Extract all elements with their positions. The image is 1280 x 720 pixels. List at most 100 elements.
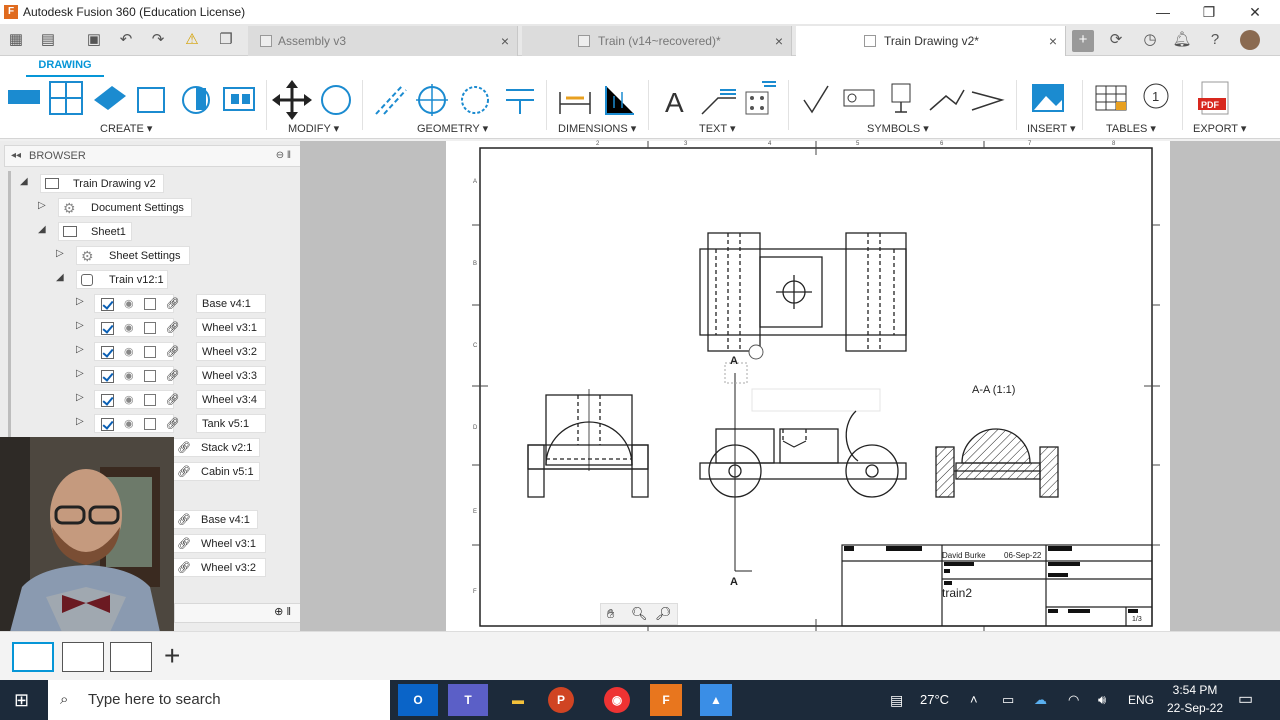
redo-icon[interactable]: ↷ [148,30,168,50]
powerpoint-app-icon[interactable]: P [548,687,574,713]
section-marker-bottom[interactable]: A [730,576,738,588]
drawing-canvas[interactable]: A-A (1:1) A A David Burke 06-Sep-22 trai… [300,141,1280,631]
tree-node-component[interactable]: Wheel v3:3 [196,366,266,385]
expand-triangle-icon[interactable]: ▷ [38,200,46,211]
sheet-thumbnail-2[interactable] [62,642,104,672]
expand-triangle-icon[interactable]: ▷ [76,344,84,355]
notification-center-icon[interactable]: ▭ [1238,680,1253,720]
tab-train[interactable]: Train (v14~recovered)* × [522,26,792,56]
tree-node-component[interactable]: Base v4:1 [196,294,266,313]
tree-node-train-view[interactable]: Train v12:1 [76,270,168,289]
browser-minimize-icon[interactable]: ⊖ ‖ [276,146,291,166]
job-status-icon[interactable]: ⟳ [1106,30,1126,50]
zoom-icon[interactable]: 🔍︎ [631,606,648,622]
visibility-checkbox[interactable] [101,297,114,311]
visibility-checkbox[interactable] [101,417,114,431]
minimize-button[interactable]: — [1140,0,1186,24]
eye-icon[interactable]: ◉ [124,322,134,334]
close-tab-icon[interactable]: × [501,26,509,56]
tree-node-document-settings[interactable]: ⚙ Document Settings [58,198,192,217]
save-icon[interactable]: ▣ [84,30,104,50]
eye-icon[interactable]: ◉ [124,418,134,430]
tree-node-component[interactable]: Tank v5:1 [196,414,266,433]
visibility-checkbox[interactable] [101,345,114,359]
clock-time[interactable]: 3:54 PM [1166,683,1224,697]
tree-node-sheet1[interactable]: Sheet1 [58,222,132,241]
tree-node-component[interactable]: Wheel v3:1 [196,318,266,337]
collapse-panel-icon[interactable]: ◂◂ [11,146,21,166]
tab-assembly[interactable]: Assembly v3 × [248,26,518,56]
undo-icon[interactable]: ↶ [116,30,136,50]
add-comment-icon[interactable]: ⊕ ‖ [274,605,291,618]
create-group-label[interactable]: CREATE ▾ [100,122,152,135]
tree-node-component[interactable]: Wheel v3:4 [196,390,266,409]
tree-node-sheet-settings[interactable]: ⚙ Sheet Settings [76,246,190,265]
tables-group-label[interactable]: TABLES ▾ [1106,122,1156,135]
chrome-app-icon[interactable]: ◉ [604,687,630,713]
expand-triangle-icon[interactable]: ▷ [76,416,84,427]
geometry-group-label[interactable]: GEOMETRY ▾ [417,122,488,135]
dimensions-group-label[interactable]: DIMENSIONS ▾ [558,122,636,135]
expand-triangle-icon[interactable]: ▷ [56,248,64,259]
user-avatar[interactable] [1240,30,1260,50]
warning-icon[interactable]: ⚠ [182,30,202,50]
expand-triangle-icon[interactable]: ▷ [76,392,84,403]
tree-node-train-drawing[interactable]: Train Drawing v2 [40,174,164,193]
file-explorer-icon[interactable]: ▬ [498,684,538,716]
text-group-label[interactable]: TEXT ▾ [699,122,736,135]
visibility-checkbox[interactable] [101,369,114,383]
outlook-app-icon[interactable]: O [398,684,438,716]
collapse-triangle-icon[interactable]: ◢ [56,272,64,283]
taskbar-search-box[interactable]: ⌕ Type here to search [48,680,390,720]
sheet-thumbnail-3[interactable] [110,642,152,672]
news-widget-icon[interactable]: ▤ [890,680,903,720]
onedrive-cloud-icon[interactable]: ☁ [1034,680,1047,720]
expand-triangle-icon[interactable]: ▷ [76,320,84,331]
weather-temp[interactable]: 27°C [920,680,949,720]
show-hidden-icons-icon[interactable]: ˄ [970,680,978,720]
photos-app-icon[interactable]: ▲ [700,684,732,716]
visibility-checkbox[interactable] [101,393,114,407]
tree-node-component[interactable]: Wheel v3:2 [196,342,266,361]
collapse-triangle-icon[interactable]: ◢ [38,224,46,235]
add-sheet-plus-icon[interactable]: + [164,640,180,672]
comments-panel-header[interactable]: ⊕ ‖ [174,603,302,623]
language-indicator[interactable]: ENG [1128,680,1154,720]
eye-icon[interactable]: ◉ [124,298,134,310]
teams-app-icon[interactable]: T [448,684,488,716]
pan-hand-icon[interactable]: ✋︎ [607,606,614,622]
restore-button[interactable]: ❐ [1186,0,1232,24]
data-panel-grid-icon[interactable]: ▦ [6,30,26,50]
eye-icon[interactable]: ◉ [124,346,134,358]
windows-start-icon[interactable]: ⊞ [14,690,29,711]
file-menu-icon[interactable]: ▤ [38,30,58,50]
help-icon[interactable]: ? [1205,30,1225,50]
export-group-label[interactable]: EXPORT ▾ [1193,122,1246,135]
battery-icon[interactable]: ▭ [1002,680,1014,720]
expand-triangle-icon[interactable]: ▷ [76,296,84,307]
collapse-triangle-icon[interactable]: ◢ [20,176,28,187]
sheet-thumbnail-1[interactable] [12,642,54,672]
copy-icon[interactable]: ❐ [216,30,236,50]
notifications-bell-icon[interactable]: 🔔︎ [1172,30,1192,50]
history-clock-icon[interactable]: ◷ [1140,30,1160,50]
section-view-label[interactable]: A-A (1:1) [972,384,1015,396]
zoom-window-icon[interactable]: 🔎︎ [655,606,672,622]
visibility-checkbox[interactable] [101,321,114,335]
close-window-button[interactable]: ✕ [1232,0,1278,24]
tree-node-component[interactable]: 🔗︎ Cabin v5:1 [172,462,260,481]
wifi-icon[interactable]: ◠ [1068,680,1079,720]
symbols-group-label[interactable]: SYMBOLS ▾ [867,122,929,135]
fusion360-app-icon[interactable]: F [650,684,682,716]
section-marker-top[interactable]: A [730,355,738,367]
tree-node-wheel-2-1[interactable]: 🔗︎ Wheel v3:1 [172,534,266,553]
tab-train-drawing[interactable]: Train Drawing v2* × [796,26,1066,56]
close-tab-icon[interactable]: × [1049,26,1057,56]
new-tab-plus-icon[interactable]: + [1072,30,1094,52]
browser-header[interactable]: ◂◂ BROWSER ⊖ ‖ [4,145,302,167]
tree-node-base-2[interactable]: 🔗︎ Base v4:1 [172,510,258,529]
volume-icon[interactable]: 🔊︎ [1098,680,1106,720]
tree-node-component[interactable]: 🔗︎ Stack v2:1 [172,438,260,457]
insert-group-label[interactable]: INSERT ▾ [1027,122,1076,135]
eye-icon[interactable]: ◉ [124,370,134,382]
